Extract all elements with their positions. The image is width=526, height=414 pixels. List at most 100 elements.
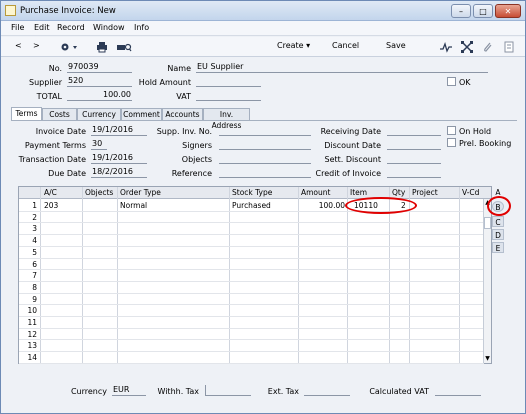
name-field[interactable]: EU Supplier <box>196 62 488 73</box>
calculated-vat-label: Calculated VAT <box>369 387 429 396</box>
purchase-invoice-window: Purchase Invoice: New – □ ✕ File Edit Re… <box>0 0 526 414</box>
signers-label: Signers <box>182 141 212 150</box>
side-tab-d[interactable]: D <box>492 229 504 240</box>
tab-currency[interactable]: Currency <box>77 108 121 120</box>
prev-record-button[interactable]: < <box>15 41 22 50</box>
table-row[interactable] <box>19 269 484 271</box>
table-row[interactable] <box>19 222 484 224</box>
tab-costs[interactable]: Costs <box>42 108 77 120</box>
gear-icon[interactable] <box>59 41 79 53</box>
invoice-date-label: Invoice Date <box>35 127 86 136</box>
scroll-down-arrow[interactable]: ▼ <box>484 355 491 363</box>
col-vcd: V-Cd <box>462 188 480 197</box>
toolbar: < > Create ▾ Cancel Save <box>1 37 525 57</box>
grid-scrollbar[interactable]: ▲ ▼ <box>483 199 491 363</box>
discount-date-field[interactable] <box>387 139 441 150</box>
row1-ac[interactable]: 203 <box>44 201 58 210</box>
col-amount: Amount <box>301 188 331 197</box>
row-number: 3 <box>32 224 37 234</box>
scroll-thumb[interactable] <box>484 217 491 229</box>
table-row[interactable] <box>19 327 484 329</box>
withh-tax-label: Withh. Tax <box>157 387 199 396</box>
maximize-button[interactable]: □ <box>473 4 493 18</box>
objects-field[interactable] <box>219 153 311 164</box>
sett-discount-field[interactable] <box>387 153 441 164</box>
row-number: 10 <box>27 306 37 316</box>
row-number: 2 <box>32 212 37 222</box>
tab-terms[interactable]: Terms <box>11 107 42 120</box>
attachment-icon[interactable] <box>482 41 494 53</box>
reference-field[interactable] <box>219 167 311 178</box>
title-bar[interactable]: Purchase Invoice: New – □ ✕ <box>1 1 525 21</box>
receiving-date-field[interactable] <box>387 125 441 136</box>
table-row[interactable] <box>19 351 484 353</box>
signers-field[interactable] <box>219 139 311 150</box>
prel-booking-checkbox[interactable] <box>447 138 456 147</box>
invoice-date-field[interactable]: 19/1/2016 <box>91 125 147 136</box>
credit-of-invoice-field[interactable] <box>387 167 441 178</box>
menu-info[interactable]: Info <box>134 23 149 32</box>
menu-window[interactable]: Window <box>93 23 125 32</box>
col-qty: Qty <box>392 188 406 197</box>
window-title: Purchase Invoice: New <box>20 6 116 16</box>
print-icon[interactable] <box>96 41 108 53</box>
tab-comment[interactable]: Comment <box>121 108 162 120</box>
minimize-button[interactable]: – <box>451 4 471 18</box>
supp-inv-no-field[interactable] <box>219 125 311 136</box>
side-tab-b-highlight <box>487 196 511 216</box>
table-row[interactable] <box>19 210 484 212</box>
transaction-date-label: Transaction Date <box>18 155 86 164</box>
activity-icon[interactable] <box>440 41 452 53</box>
menu-bar: File Edit Record Window Info <box>1 21 525 36</box>
table-row[interactable] <box>19 292 484 294</box>
row-number: 14 <box>27 353 37 363</box>
tab-inv-address[interactable]: Inv. Address <box>203 108 250 130</box>
create-button[interactable]: Create ▾ <box>277 41 310 50</box>
settings-icon[interactable] <box>503 41 515 53</box>
table-row[interactable] <box>19 339 484 341</box>
row1-amount[interactable]: 100.00 <box>298 201 345 210</box>
col-objects: Objects <box>85 188 114 197</box>
table-row[interactable] <box>19 245 484 247</box>
row1-stock-type[interactable]: Purchased <box>232 201 271 210</box>
tab-accounts[interactable]: Accounts <box>162 108 203 120</box>
row-number: 5 <box>32 247 37 257</box>
row-number: 12 <box>27 329 37 339</box>
table-row[interactable] <box>19 362 484 364</box>
save-button[interactable]: Save <box>386 41 406 50</box>
payment-terms-field[interactable]: 30 <box>91 139 107 150</box>
table-row[interactable] <box>19 280 484 282</box>
ok-checkbox[interactable] <box>447 77 456 86</box>
due-date-field[interactable]: 18/2/2016 <box>91 167 147 178</box>
currency-label: Currency <box>70 387 107 396</box>
table-row[interactable] <box>19 316 484 317</box>
total-label: TOTAL <box>36 92 62 101</box>
menu-edit[interactable]: Edit <box>34 23 50 32</box>
invoice-rows-grid[interactable]: A/C Objects Order Type Stock Type Amount… <box>18 186 492 364</box>
on-hold-checkbox[interactable] <box>447 126 456 135</box>
side-tab-e[interactable]: E <box>492 242 504 253</box>
supplier-field[interactable]: 520 <box>67 76 132 87</box>
col-ac: A/C <box>44 188 57 197</box>
print-preview-icon[interactable] <box>116 41 132 53</box>
grid-header: A/C Objects Order Type Stock Type Amount… <box>19 187 491 199</box>
menu-file[interactable]: File <box>11 23 24 32</box>
sett-discount-label: Sett. Discount <box>324 155 381 164</box>
hold-amount-field[interactable] <box>196 76 261 87</box>
transaction-date-field[interactable]: 19/1/2016 <box>91 153 147 164</box>
expand-icon[interactable] <box>461 41 473 53</box>
close-button[interactable]: ✕ <box>495 4 521 18</box>
menu-record[interactable]: Record <box>57 23 85 32</box>
next-record-button[interactable]: > <box>33 41 40 50</box>
table-row[interactable] <box>19 304 484 306</box>
table-row[interactable] <box>19 234 484 236</box>
no-label: No. <box>48 64 62 73</box>
cancel-button[interactable]: Cancel <box>332 41 359 50</box>
withh-tax-field[interactable] <box>205 385 251 396</box>
currency-field[interactable]: EUR <box>112 385 146 396</box>
table-row[interactable] <box>19 257 484 259</box>
row1-order-type[interactable]: Normal <box>120 201 147 210</box>
side-tab-c[interactable]: C <box>492 216 504 227</box>
on-hold-label: On Hold <box>459 127 492 136</box>
invoice-number-field[interactable]: 970039 <box>67 62 132 73</box>
